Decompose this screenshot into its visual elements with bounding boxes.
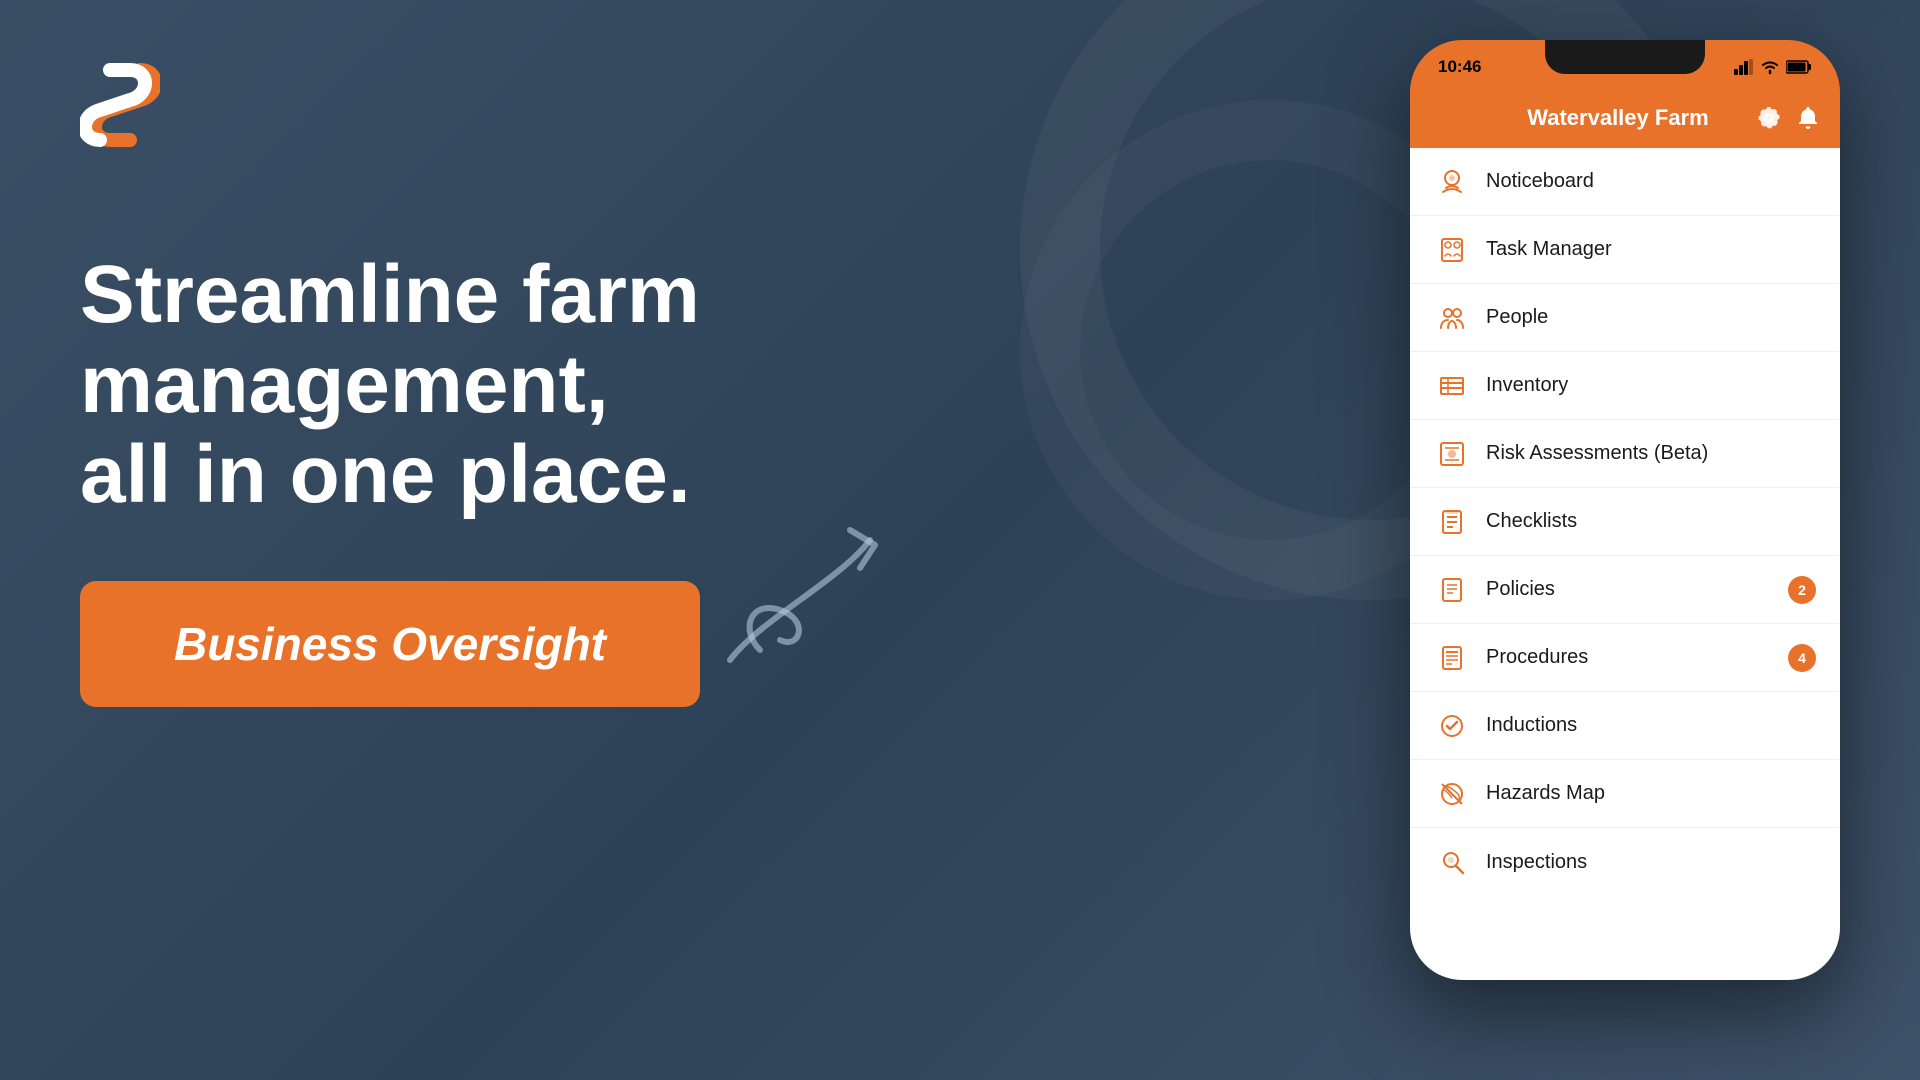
menu-item-checklists[interactable]: Checklists [1410, 488, 1840, 556]
headline: Streamline farm management, all in one p… [80, 250, 790, 521]
phone-notch [1545, 40, 1705, 74]
signal-icon [1734, 59, 1754, 75]
headline-line3: all in one place. [80, 429, 691, 520]
menu-label-risk-assessments: Risk Assessments (Beta) [1486, 442, 1816, 465]
arrow-decoration [700, 520, 900, 680]
menu-label-inductions: Inductions [1486, 714, 1816, 737]
phone-mockup: 10:46 [1410, 40, 1840, 1020]
menu-label-inventory: Inventory [1486, 374, 1816, 397]
cta-label: Business Oversight [174, 617, 606, 671]
status-icons [1734, 53, 1812, 75]
menu-label-inspections: Inspections [1486, 851, 1816, 874]
menu-item-hazards-map[interactable]: Hazards Map [1410, 760, 1840, 828]
status-time: 10:46 [1438, 51, 1481, 77]
logo-container [80, 60, 790, 150]
menu-item-risk-assessments[interactable]: Risk Assessments (Beta) [1410, 420, 1840, 488]
headline-line1: Streamline farm [80, 249, 700, 340]
risk-icon [1434, 436, 1470, 472]
procedures-icon [1434, 640, 1470, 676]
noticeboard-icon [1434, 164, 1470, 200]
menu-item-noticeboard[interactable]: Noticeboard [1410, 148, 1840, 216]
policies-icon [1434, 572, 1470, 608]
menu-item-policies[interactable]: Policies2 [1410, 556, 1840, 624]
menu-label-procedures: Procedures [1486, 646, 1788, 669]
menu-item-inductions[interactable]: Inductions [1410, 692, 1840, 760]
cta-button[interactable]: Business Oversight [80, 581, 700, 707]
inventory-icon [1434, 368, 1470, 404]
wifi-icon [1760, 59, 1780, 75]
menu-label-hazards-map: Hazards Map [1486, 782, 1816, 805]
menu-item-procedures[interactable]: Procedures4 [1410, 624, 1840, 692]
menu-item-task-manager[interactable]: Task Manager [1410, 216, 1840, 284]
notification-icon[interactable] [1796, 105, 1820, 131]
menu-item-people[interactable]: People [1410, 284, 1840, 352]
menu-item-inspections[interactable]: Inspections [1410, 828, 1840, 896]
settings-icon[interactable] [1756, 105, 1782, 131]
app-header: Watervalley Farm [1410, 88, 1840, 148]
menu-label-checklists: Checklists [1486, 510, 1816, 533]
menu-list: Noticeboard Task Manager People Inventor… [1410, 148, 1840, 980]
menu-item-inventory[interactable]: Inventory [1410, 352, 1840, 420]
header-icons [1756, 105, 1820, 131]
checklist-icon [1434, 504, 1470, 540]
badge-policies: 2 [1788, 576, 1816, 604]
inspections-icon [1434, 844, 1470, 880]
task-icon [1434, 232, 1470, 268]
menu-label-policies: Policies [1486, 578, 1788, 601]
phone-outer: 10:46 [1410, 40, 1840, 980]
people-icon [1434, 300, 1470, 336]
logo-icon [80, 60, 160, 150]
badge-procedures: 4 [1788, 644, 1816, 672]
menu-label-task-manager: Task Manager [1486, 238, 1816, 261]
headline-line2: management, [80, 339, 609, 430]
inductions-icon [1434, 708, 1470, 744]
app-title: Watervalley Farm [1480, 105, 1756, 131]
battery-icon [1786, 60, 1812, 74]
menu-label-noticeboard: Noticeboard [1486, 170, 1816, 193]
hazards-icon [1434, 776, 1470, 812]
menu-label-people: People [1486, 306, 1816, 329]
